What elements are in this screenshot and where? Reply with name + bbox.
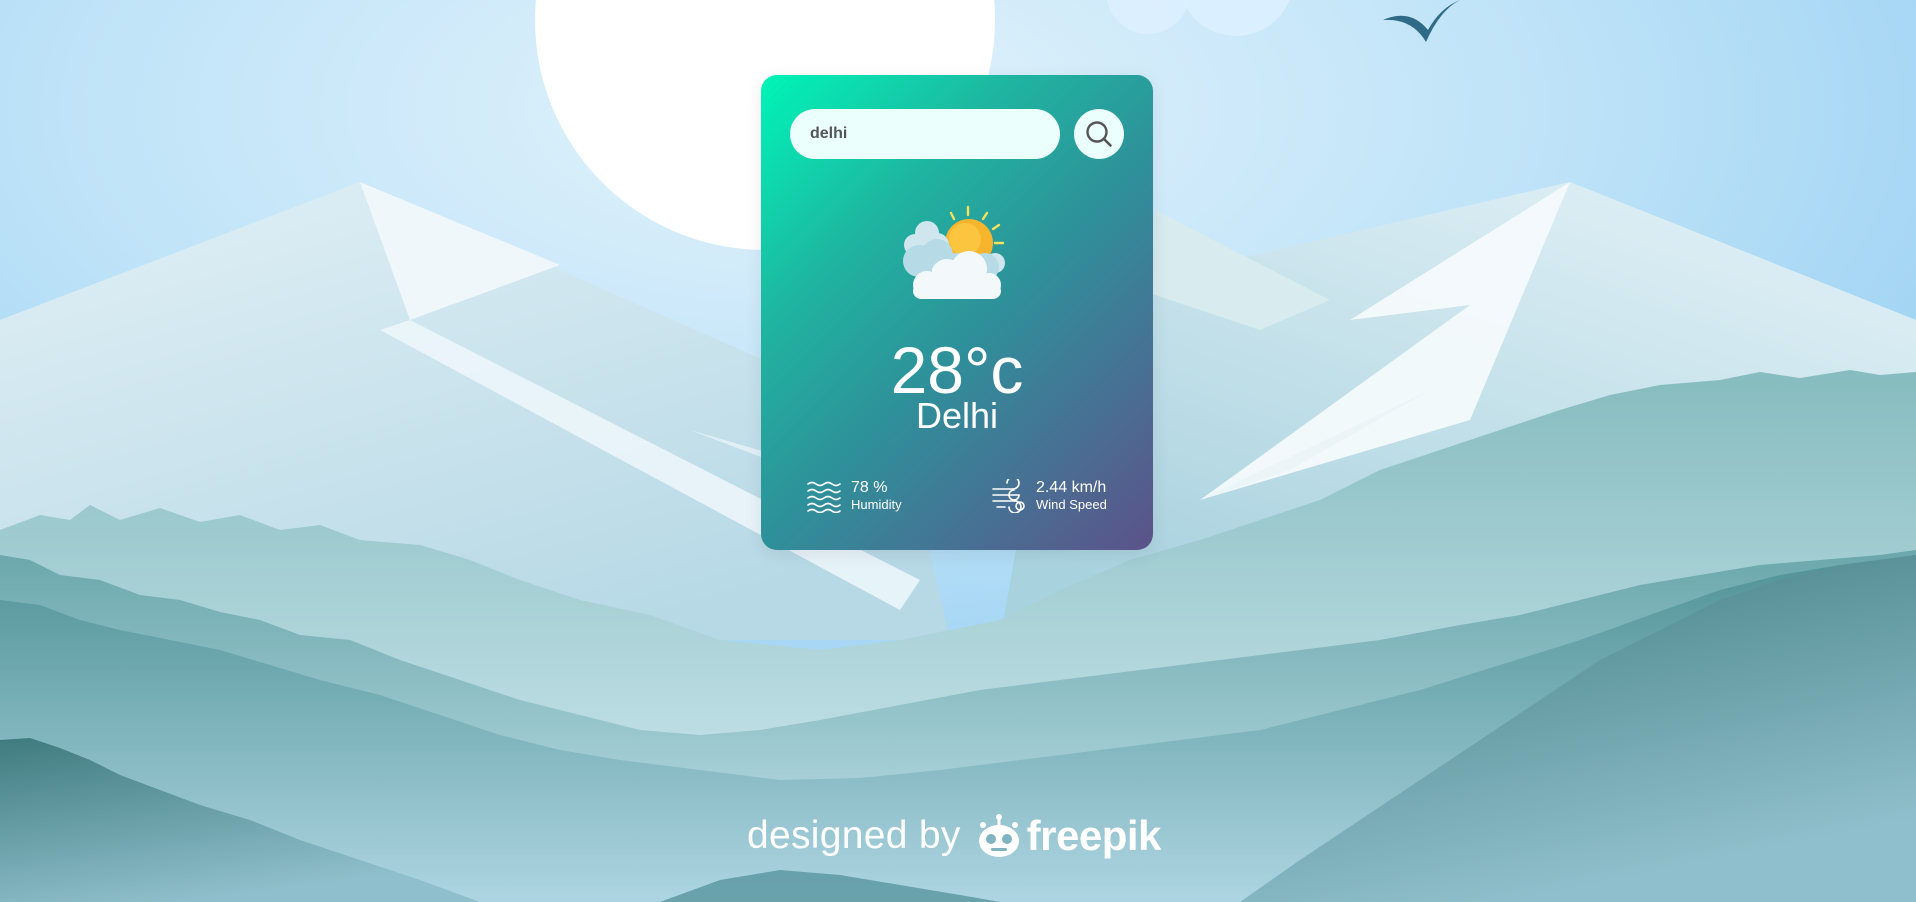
partly-cloudy-icon [903,205,1005,299]
designed-by-text: designed by [747,814,961,857]
humidity-detail: 78 % Humidity [806,479,902,513]
wind-value: 2.44 km/h [1036,479,1107,496]
humidity-label: Humidity [851,497,902,512]
freepik-logo-icon [978,814,1019,857]
humidity-value: 78 % [851,479,888,496]
freepik-credit: designed by freepik [747,808,1161,864]
search-button[interactable] [1074,109,1124,159]
wind-detail: 2.44 km/h Wind Speed [991,479,1107,513]
city-name: Delhi [915,395,999,436]
freepik-brand: freepik [1026,812,1162,859]
search-input[interactable] [790,109,1060,159]
weather-card: 28°c Delhi 78 % Humidity [761,75,1153,550]
humidity-waves-icon [807,481,841,513]
wind-icon [992,479,1025,513]
search-icon [1086,121,1112,147]
wind-label: Wind Speed [1036,497,1107,512]
